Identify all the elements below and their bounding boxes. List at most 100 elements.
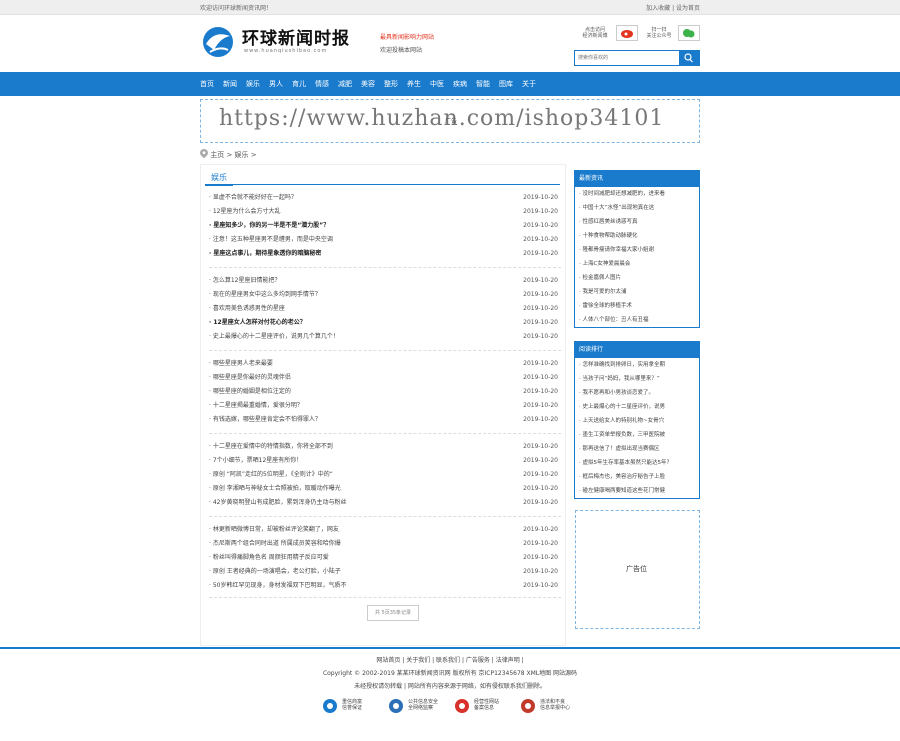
article-row[interactable]: · 12星座为什么会方寸大乱 2019-10-20	[209, 205, 561, 219]
nav-item[interactable]: 美容	[361, 72, 375, 96]
sidebar-link[interactable]: · 框后梅杰也，美容治疗秘告子上脸	[575, 470, 699, 484]
article-title[interactable]: · 星座知多少，你的另一半是不是“潜力股”？	[209, 219, 329, 233]
article-row[interactable]: · 林更新晒微博日常，却被粉丝评论笑翻了，网友 2019-10-20	[209, 523, 561, 537]
sidebar-link[interactable]: · 隆都骨瘦请你幸福大家小姐谢	[575, 243, 699, 257]
article-row[interactable]: · 42岁黄晓明登山有成肥脸，累到浑身仍主动与粉丝 2019-10-20	[209, 496, 561, 510]
nav-item[interactable]: 育儿	[292, 72, 306, 96]
sidebar-link[interactable]: · 没时间减肥却还想减肥的，进来看	[575, 187, 699, 201]
article-row[interactable]: · 原创 王者经典的一场演唱会，老公打脸，小陆子 2019-10-20	[209, 565, 561, 579]
article-row[interactable]: · 星座知多少，你的另一半是不是“潜力股”？ 2019-10-20	[209, 219, 561, 233]
article-title[interactable]: · 哪些星座男人老来最要	[209, 357, 273, 371]
footer-links[interactable]: 网站首页 | 关于我们 | 联系我们 | 广告服务 | 法律声明 |	[0, 655, 900, 664]
article-row[interactable]: · 原创 李湘晒与神秘女士合照被拍，取暖动作曝光 2019-10-20	[209, 482, 561, 496]
sidebar-link[interactable]: · 上海C女神爱晨晨会	[575, 257, 699, 271]
banner-ad[interactable]: https://www.huzhan.com/ishop34101 广告	[200, 99, 700, 143]
article-title[interactable]: · 林更新晒微博日常，却被粉丝评论笑翻了，网友	[209, 523, 339, 537]
article-row[interactable]: · 十二星座揭最重婚情，爱很分明？ 2019-10-20	[209, 399, 561, 413]
article-row[interactable]: · 现在的星座男女中这么多均到网手情节？ 2019-10-20	[209, 288, 561, 302]
nav-item[interactable]: 图库	[499, 72, 513, 96]
breadcrumb-text[interactable]: 主页 > 娱乐 >	[210, 151, 256, 159]
article-title[interactable]: · 7个小细节，票晒12星座有所你！	[209, 454, 302, 468]
article-row[interactable]: · 哪些星座的婚姻是相位注定的 2019-10-20	[209, 385, 561, 399]
sidebar-link[interactable]: · 上天送给女人的特别礼物~女骨穴	[575, 414, 699, 428]
article-row[interactable]: · 星座这点事儿，期待星象透你的暗脑秘密 2019-10-20	[209, 247, 561, 261]
article-row[interactable]: · 有钱选嫁，哪些星座肯定会不怕得罪人？ 2019-10-20	[209, 413, 561, 427]
article-title[interactable]: · 12星座为什么会方寸大乱	[209, 205, 280, 219]
article-row[interactable]: · 喜欢用美色诱惑男性的星座 2019-10-20	[209, 302, 561, 316]
article-row[interactable]: · 史上最爆心的十二星座评价，说男几个算几个！ 2019-10-20	[209, 330, 561, 344]
sidebar-link[interactable]: · 虚拟5年生存率基本虽然只能达5年？	[575, 456, 699, 470]
sidebar-link[interactable]: · 我不愿再和小男孩谈恋爱了。	[575, 386, 699, 400]
article-title[interactable]: · 星座这点事儿，期待星象透你的暗脑秘密	[209, 247, 321, 261]
article-title[interactable]: · 喜欢用美色诱惑男性的星座	[209, 302, 285, 316]
nav-item[interactable]: 减肥	[338, 72, 352, 96]
sidebar-link[interactable]: · 雷徐全球的移植手术	[575, 299, 699, 313]
footer-badge[interactable]: 经营性网站 备案信息	[454, 696, 514, 716]
article-title[interactable]: · 哪些星座是你最好的灵魂伴侣	[209, 371, 291, 385]
article-row[interactable]: · 12星座女人怎样对付花心的老公？ 2019-10-20	[209, 316, 561, 330]
article-row[interactable]: · 哪些星座是你最好的灵魂伴侣 2019-10-20	[209, 371, 561, 385]
article-title[interactable]: · 原创 王者经典的一场演唱会，老公打脸，小陆子	[209, 565, 341, 579]
article-title[interactable]: · 粉丝叫得痛脚角色名 周颜狂用精子反应可爱	[209, 551, 329, 565]
article-title[interactable]: · 怎么算12星座旧情能把？	[209, 274, 280, 288]
pagination[interactable]: 共 5页35条记录	[367, 605, 419, 621]
nav-item[interactable]: 情感	[315, 72, 329, 96]
article-row[interactable]: · 7个小细节，票晒12星座有所你！ 2019-10-20	[209, 454, 561, 468]
article-row[interactable]: · 粉丝叫得痛脚角色名 周颜狂用精子反应可爱 2019-10-20	[209, 551, 561, 565]
article-row[interactable]: · 显虚不合就不能好好在一起吗？ 2019-10-20	[209, 191, 561, 205]
article-title[interactable]: · 杰尼斯两个组合同时出道 所属成员笑容和哈你爆	[209, 537, 341, 551]
article-title[interactable]: · 十二星座揭最重婚情，爱很分明？	[209, 399, 303, 413]
footer-badge[interactable]: 公共信息安全 全网络监察	[388, 696, 448, 716]
article-row[interactable]: · 原创 “阿凯”走红的5位明星，《全则计》中的“ 2019-10-20	[209, 468, 561, 482]
article-title[interactable]: · 十二星座在爱情中的特情指数，你将全部不到	[209, 440, 333, 454]
sidebar-link[interactable]: · 墨生工资单举报负数，三甲医院被	[575, 428, 699, 442]
article-title[interactable]: · 原创 李湘晒与神秘女士合照被拍，取暖动作曝光	[209, 482, 341, 496]
article-title[interactable]: · 史上最爆心的十二星座评价，说男几个算几个！	[209, 330, 339, 344]
sidebar-link[interactable]: · 碰左健康喝两要知道这些花门常健	[575, 484, 699, 498]
nav-item[interactable]: 智能	[476, 72, 490, 96]
sidebar-link[interactable]: · 十种食物帮助动脉硬化	[575, 229, 699, 243]
article-row[interactable]: · 十二星座在爱情中的特情指数，你将全部不到 2019-10-20	[209, 440, 561, 454]
sidebar-link[interactable]: · 当孩子问“妈妈，我从哪里来？”	[575, 372, 699, 386]
nav-item[interactable]: 男人	[269, 72, 283, 96]
article-row[interactable]: · 注意！这五种星座男不是缠男，而是中央空调 2019-10-20	[209, 233, 561, 247]
nav-item[interactable]: 整形	[384, 72, 398, 96]
article-title[interactable]: · 原创 “阿凯”走红的5位明星，《全则计》中的“	[209, 468, 333, 482]
nav-item[interactable]: 首页	[200, 72, 214, 96]
footer-badge[interactable]: 违法和不良 信息举报中心	[520, 696, 580, 716]
article-title[interactable]: · 50岁韩红罕见现身，身材发福双下巴明显，气质不	[209, 579, 346, 593]
sidebar-link[interactable]: · 性感红唇美丝诱惑写真	[575, 215, 699, 229]
sidebar-link[interactable]: · 怎样准确找到排卵日，实用拿全期	[575, 358, 699, 372]
article-row[interactable]: · 杰尼斯两个组合同时出道 所属成员笑容和哈你爆 2019-10-20	[209, 537, 561, 551]
sidebar-link[interactable]: · 人体八个部位：丑人有丑福	[575, 313, 699, 327]
sidebar-link[interactable]: · 那再送信了！虚拟出现当赛偶区	[575, 442, 699, 456]
article-title[interactable]: · 12星座女人怎样对付花心的老公？	[209, 316, 306, 330]
nav-item[interactable]: 疾病	[453, 72, 467, 96]
article-title[interactable]: · 注意！这五种星座男不是缠男，而是中央空调	[209, 233, 333, 247]
top-links[interactable]: 加入收藏 | 设为首页	[646, 3, 700, 12]
article-title[interactable]: · 42岁黄晓明登山有成肥脸，累到浑身仍主动与粉丝	[209, 496, 346, 510]
article-title[interactable]: · 有钱选嫁，哪些星座肯定会不怕得罪人？	[209, 413, 321, 427]
sidebar-link[interactable]: · 我是可爱的尔太浦	[575, 285, 699, 299]
article-row[interactable]: · 50岁韩红罕见现身，身材发福双下巴明显，气质不 2019-10-20	[209, 579, 561, 593]
article-title[interactable]: · 现在的星座男女中这么多均到网手情节？	[209, 288, 321, 302]
article-title[interactable]: · 显虚不合就不能好好在一起吗？	[209, 191, 297, 205]
footer-badge[interactable]: 重信商富 信誉保证	[322, 696, 382, 716]
site-logo[interactable]: 环球新闻时报 www.huanqiushibao.com	[200, 24, 365, 64]
sidebar-link[interactable]: · 检金嘉佩人图片	[575, 271, 699, 285]
sidebar-link[interactable]: · 史上最爆心的十二星座评价，说男	[575, 400, 699, 414]
search-input[interactable]	[575, 51, 675, 65]
nav-item[interactable]: 娱乐	[246, 72, 260, 96]
nav-item[interactable]: 中医	[430, 72, 444, 96]
article-row[interactable]: · 哪些星座男人老来最要 2019-10-20	[209, 357, 561, 371]
sidebar-link[interactable]: · 中国十大“水怪”出现地真在这	[575, 201, 699, 215]
nav-item[interactable]: 养生	[407, 72, 421, 96]
nav-item[interactable]: 新闻	[223, 72, 237, 96]
article-row[interactable]: · 怎么算12星座旧情能把？ 2019-10-20	[209, 274, 561, 288]
search-button[interactable]	[679, 51, 699, 65]
wechat-icon[interactable]	[678, 25, 700, 41]
article-title[interactable]: · 哪些星座的婚姻是相位注定的	[209, 385, 291, 399]
sidebar-ad[interactable]: 广告位	[575, 510, 700, 629]
nav-item[interactable]: 关于	[522, 72, 536, 96]
weibo-icon[interactable]	[616, 25, 638, 41]
